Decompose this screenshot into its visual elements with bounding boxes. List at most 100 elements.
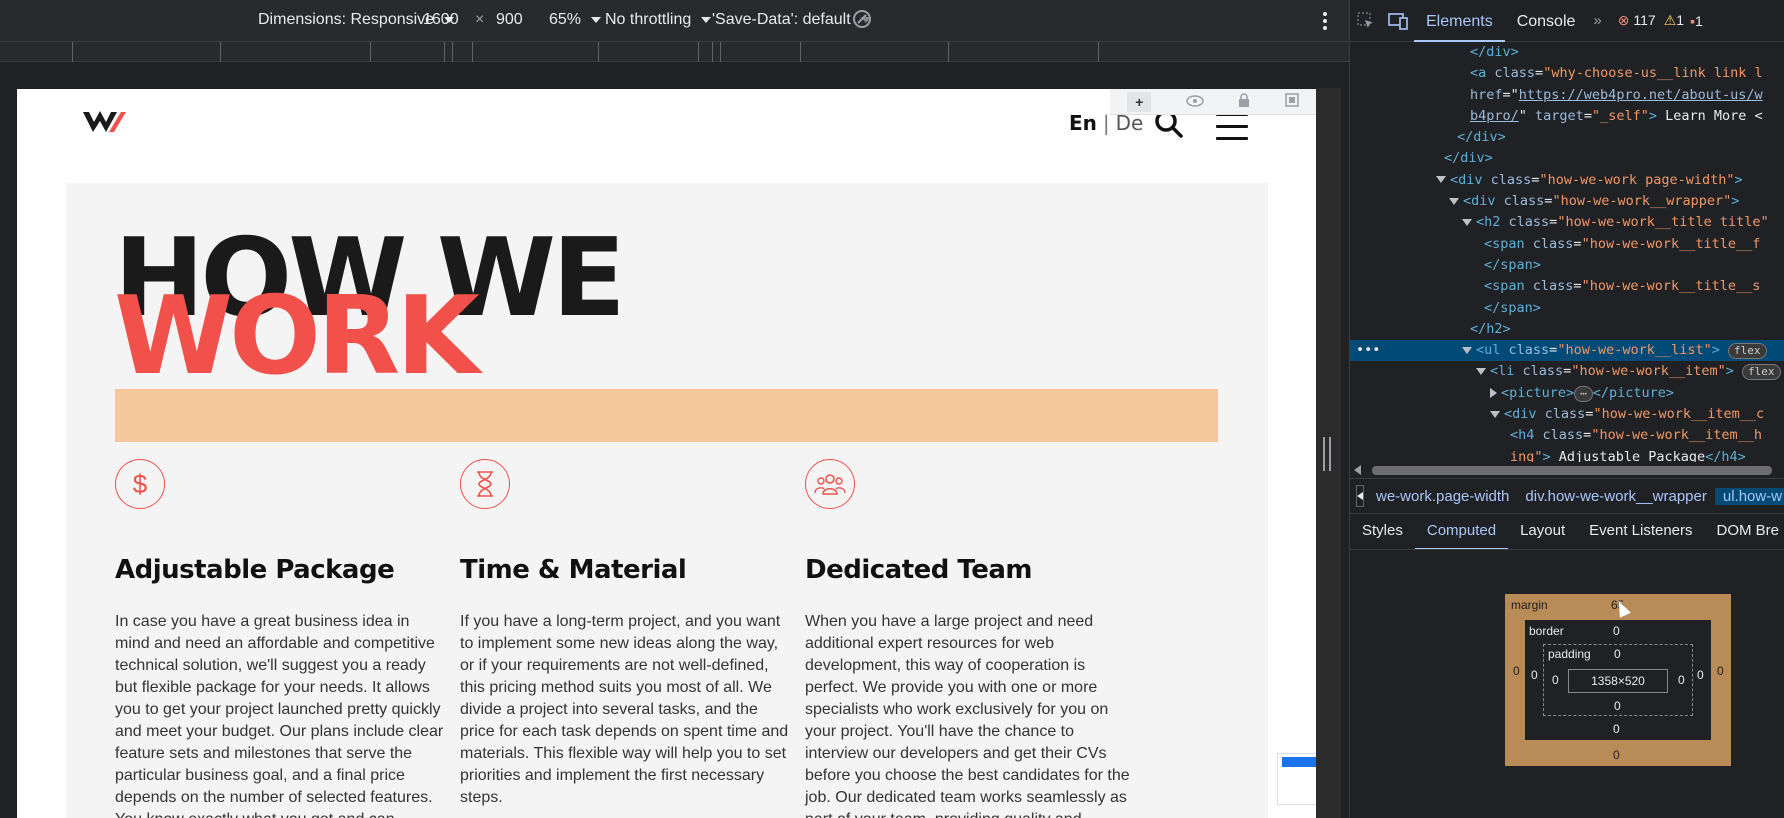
dom-node[interactable]: </span> [1350,255,1784,276]
error-count[interactable]: ⊗ 117 [1618,12,1656,29]
device-toolbar: Dimensions: Responsive 1600 × 900 65% No… [0,0,1349,42]
padding-right-value[interactable]: 0 [1678,673,1685,687]
emulated-page: En | De + HOW WE WORK $ Adjustable Packa… [17,89,1316,818]
how-we-work-section: HOW WE WORK $ Adjustable Package In case… [66,183,1268,818]
rotate-icon[interactable] [851,8,873,30]
scroll-left-icon[interactable] [1354,465,1361,475]
more-options-icon[interactable] [1323,12,1327,30]
site-logo[interactable] [81,109,127,135]
margin-right-value[interactable]: 0 [1717,664,1724,678]
ellipsis-badge[interactable]: ⋯ [1574,385,1593,402]
issue-count[interactable]: ▪1 [1690,13,1703,29]
add-icon[interactable]: + [1127,91,1152,112]
margin-bottom-value[interactable]: 0 [1613,748,1620,762]
expand-triangle-icon[interactable] [1490,410,1500,418]
save-data-dropdown[interactable]: 'Save-Data': default [712,11,871,29]
expand-triangle-icon[interactable] [1462,346,1472,354]
margin-left-value[interactable]: 0 [1513,664,1520,678]
lang-en-link[interactable]: En [1069,111,1097,135]
devtools-main-tabs: Elements Console » ⊗ 117 ⚠1 ▪1 [1350,0,1784,42]
dom-node[interactable]: <h4 class="how-we-work__item__h [1350,425,1784,446]
inspect-element-icon[interactable] [1350,0,1382,42]
height-value: 900 [496,11,523,28]
padding-top-value[interactable]: 0 [1614,647,1621,661]
breadcrumb-item-current[interactable]: ul.how-w [1714,487,1784,505]
lang-separator: | [1102,111,1110,135]
work-item-text: In case you have a great business idea i… [115,613,444,818]
tab-dom-breakpoints[interactable]: DOM Bre [1705,514,1784,549]
tab-event-listeners[interactable]: Event Listeners [1577,514,1704,549]
dom-node[interactable]: </div> [1350,127,1784,148]
dom-node[interactable]: <a class="why-choose-us__link link l [1350,63,1784,84]
expand-triangle-icon[interactable] [1476,367,1486,375]
media-query-ruler[interactable] [0,42,1349,62]
tab-styles[interactable]: Styles [1350,514,1415,549]
dom-horizontal-scrollbar[interactable] [1350,462,1784,478]
border-right-value[interactable]: 0 [1697,668,1704,682]
team-icon [805,459,855,509]
work-item-dedicated-team: Dedicated Team When you have a large pro… [805,459,1135,818]
frame-icon[interactable] [1285,93,1299,110]
tab-elements[interactable]: Elements [1414,0,1505,42]
height-input[interactable]: 900 [496,11,523,29]
dom-node[interactable]: <span class="how-we-work__title__f [1350,234,1784,255]
zoom-dropdown[interactable]: 65% [549,11,602,29]
eye-icon[interactable] [1186,94,1204,110]
flex-badge[interactable]: flex [1742,364,1781,381]
dom-node[interactable]: </div> [1350,42,1784,63]
work-item-heading: Dedicated Team [805,555,1032,585]
devtools-panel: Elements Console » ⊗ 117 ⚠1 ▪1 </div> <a… [1349,0,1784,818]
padding-bottom-value[interactable]: 0 [1614,699,1621,713]
scrollbar-thumb[interactable] [1372,466,1772,475]
border-left-value[interactable]: 0 [1531,668,1538,682]
padding-left-value[interactable]: 0 [1552,673,1559,687]
zoom-label: 65% [549,11,582,28]
breadcrumb-item[interactable]: div.how-we-work__wrapper [1517,488,1714,505]
breadcrumb: we-work.page-width div.how-we-work__wrap… [1350,478,1784,514]
dom-node[interactable]: <div class="how-we-work__wrapper"> [1350,191,1784,212]
dom-node[interactable]: <li class="how-we-work__item"> flex [1350,361,1784,382]
dom-node[interactable]: href="https://web4pro.net/about-us/w [1350,85,1784,106]
device-toggle-icon[interactable] [1382,0,1414,42]
expand-triangle-icon[interactable] [1436,176,1446,184]
breadcrumb-item[interactable]: we-work.page-width [1368,488,1517,505]
flex-badge[interactable]: flex [1728,343,1767,360]
dom-node[interactable]: <h2 class="how-we-work__title title" [1350,212,1784,233]
dom-node[interactable]: <div class="how-we-work__item__c [1350,404,1784,425]
throttling-dropdown[interactable]: No throttling [605,11,712,29]
border-bottom-value[interactable]: 0 [1613,722,1620,736]
box-model-diagram[interactable]: margin 65 0 0 0 border 0 0 0 0 padding 0… [1505,594,1731,766]
tab-layout[interactable]: Layout [1508,514,1577,549]
border-top-value[interactable]: 0 [1613,624,1620,638]
lock-icon[interactable] [1238,93,1250,110]
warning-count[interactable]: ⚠1 [1664,12,1684,29]
error-count-value: 117 [1633,12,1656,28]
width-value: 1600 [423,11,459,28]
tab-computed[interactable]: Computed [1414,514,1509,549]
recaptcha-badge[interactable] [1277,753,1316,805]
dom-node[interactable]: ing"> Adjustable Package</h4> [1350,447,1784,462]
collapsed-triangle-icon[interactable] [1490,387,1497,398]
dom-node[interactable]: b4pro/" target="_self"> Learn More < [1350,106,1784,127]
hamburger-menu-icon[interactable] [1216,113,1248,140]
expand-triangle-icon[interactable] [1449,197,1459,205]
section-title-line-2: WORK [114,274,480,399]
dom-node[interactable]: <picture> ⋯ </picture> [1350,383,1784,404]
resize-handle[interactable] [1323,437,1331,471]
breadcrumb-back-icon[interactable] [1356,485,1364,507]
dom-tree[interactable]: </div> <a class="why-choose-us__link lin… [1350,42,1784,462]
tab-console[interactable]: Console [1505,0,1588,42]
content-size[interactable]: 1358×520 [1568,669,1668,693]
width-input[interactable]: 1600 [423,11,459,29]
dom-node[interactable]: <div class="how-we-work page-width"> [1350,170,1784,191]
dom-node[interactable]: <span class="how-we-work__title__s [1350,276,1784,297]
expand-triangle-icon[interactable] [1462,218,1472,226]
work-item-heading: Time & Material [460,555,687,585]
dom-node[interactable]: </h2> [1350,319,1784,340]
dom-node-selected[interactable]: ••• <ul class="how-we-work__list"> flex [1350,340,1784,362]
dom-node[interactable]: </span> [1350,298,1784,319]
node-actions-icon[interactable]: ••• [1356,340,1380,361]
dimension-separator: × [475,11,485,28]
more-tabs-icon[interactable]: » [1587,12,1607,29]
dom-node[interactable]: </div> [1350,148,1784,169]
